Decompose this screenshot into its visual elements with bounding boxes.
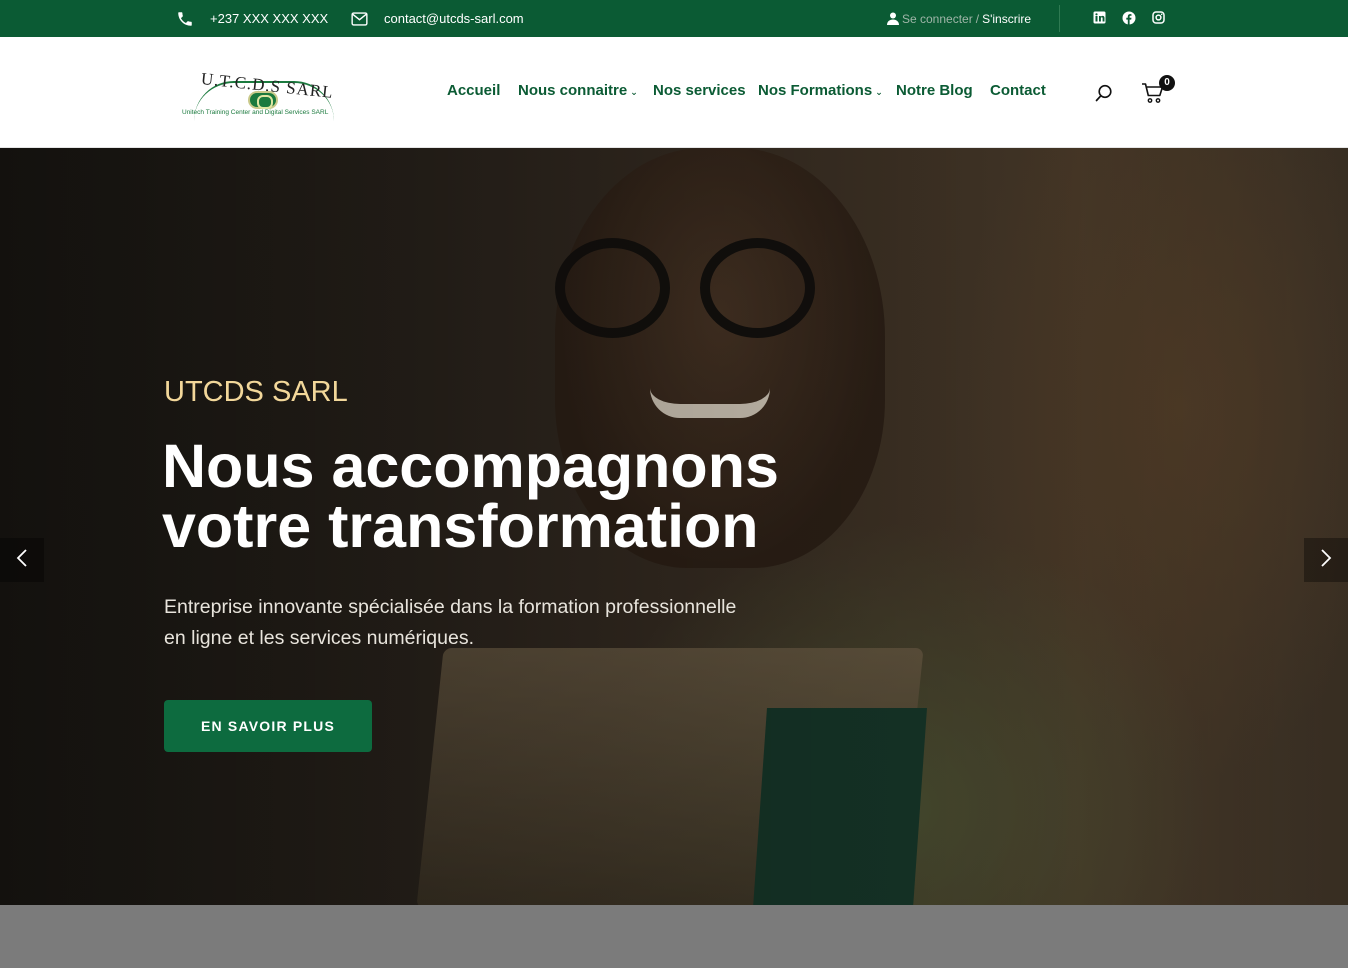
nav-item-contact[interactable]: Contact — [990, 82, 1046, 99]
chevron-down-icon: ⌄ — [630, 86, 638, 97]
email-address: contact@utcds-sarl.com — [384, 11, 524, 26]
nav-item-nous-connaitre[interactable]: Nous connaitre ⌄ — [518, 82, 638, 99]
logo-tagline: Unitech Training Center and Digital Serv… — [182, 109, 329, 116]
hero-headline-line1: Nous accompagnons — [162, 432, 779, 500]
instagram-icon[interactable] — [1152, 11, 1166, 25]
hero-headline: Nous accompagnons votre transformation — [162, 436, 779, 557]
auth-separator: / — [975, 11, 980, 26]
hero-description-line2: en ligne et les services numériques. — [164, 627, 474, 649]
chevron-left-icon — [16, 548, 28, 573]
login-link[interactable]: Se connecter — [902, 12, 973, 26]
chevron-right-icon — [1320, 548, 1332, 573]
nav-item-nos-formations[interactable]: Nos Formations ⌄ — [758, 82, 883, 99]
register-link[interactable]: S'inscrire — [982, 12, 1031, 26]
linkedin-icon[interactable] — [1093, 11, 1107, 25]
top-bar: +237 XXX XXX XXX contact@utcds-sarl.com … — [0, 0, 1348, 37]
search-icon[interactable] — [1095, 84, 1113, 102]
phone-number: +237 XXX XXX XXX — [210, 11, 329, 26]
nav-item-accueil[interactable]: Accueil — [447, 82, 500, 99]
nav-label: Nous connaitre — [518, 82, 628, 99]
facebook-icon[interactable] — [1122, 11, 1136, 25]
logo-mark — [248, 91, 278, 109]
chevron-down-icon: ⌄ — [875, 86, 883, 97]
phone-icon — [176, 10, 194, 28]
email-contact[interactable]: contact@utcds-sarl.com — [351, 0, 524, 37]
hero-slider: UTCDS SARL Nous accompagnons votre trans… — [0, 148, 1348, 905]
nav-item-nos-services[interactable]: Nos services — [653, 82, 746, 99]
hero-description-line1: Entreprise innovante spécialisée dans la… — [164, 596, 737, 618]
hero-headline-line2: votre transformation — [162, 492, 759, 560]
cart-count-badge: 0 — [1159, 75, 1175, 91]
hero-kicker: UTCDS SARL — [164, 376, 348, 408]
site-logo[interactable]: U.T.C.D.S SARL Unitech Training Center a… — [180, 69, 352, 119]
slider-prev-button[interactable] — [0, 538, 44, 582]
site-header: U.T.C.D.S SARL Unitech Training Center a… — [0, 37, 1348, 148]
next-section-band — [0, 905, 1348, 968]
hero-description: Entreprise innovante spécialisée dans la… — [164, 592, 784, 654]
auth-links: Se connecter / S'inscrire — [887, 0, 1031, 37]
nav-label: Nos services — [653, 82, 746, 99]
nav-label: Contact — [990, 82, 1046, 99]
nav-label: Nos Formations — [758, 82, 873, 99]
topbar-divider — [1059, 5, 1060, 32]
nav-label: Notre Blog — [896, 82, 973, 99]
nav-label: Accueil — [447, 82, 501, 99]
slider-next-button[interactable] — [1304, 538, 1348, 582]
phone-contact[interactable]: +237 XXX XXX XXX — [176, 0, 328, 37]
envelope-icon — [351, 11, 368, 26]
nav-item-notre-blog[interactable]: Notre Blog — [896, 82, 973, 99]
learn-more-button[interactable]: EN SAVOIR PLUS — [164, 700, 372, 752]
user-icon — [887, 12, 899, 25]
